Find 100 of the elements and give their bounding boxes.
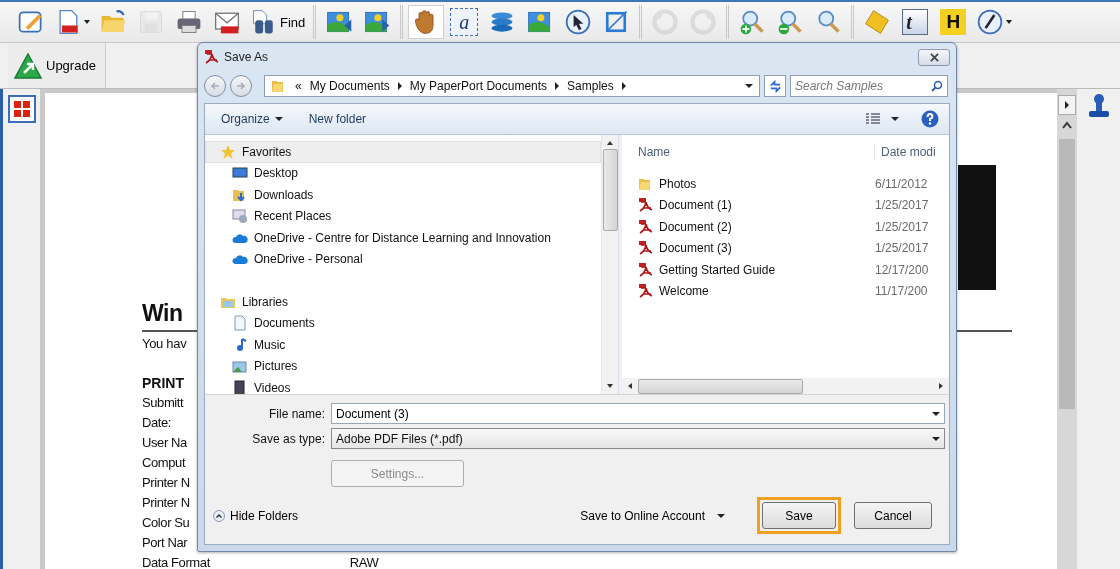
file-date: 1/25/2017	[875, 219, 929, 234]
document-field-label: Data Format	[142, 554, 210, 569]
upgrade-button[interactable]: Upgrade	[8, 43, 106, 88]
printer-icon	[175, 8, 203, 36]
dialog-button[interactable]: Cancel	[854, 502, 932, 529]
close-button[interactable]	[918, 48, 950, 66]
nav-item[interactable]: Pictures	[205, 355, 601, 377]
nav-item[interactable]: Videos	[205, 377, 601, 394]
dropdown-caret-icon[interactable]	[932, 411, 940, 416]
file-name-field[interactable]: Document (3)	[331, 403, 945, 424]
save-to-online-account-menu[interactable]: Save to Online Account	[580, 508, 725, 523]
scroll-up-icon[interactable]	[1062, 121, 1072, 129]
nav-item[interactable]: Documents	[205, 312, 601, 334]
caret-icon	[84, 20, 90, 24]
pictures-icon	[232, 358, 248, 375]
recent-places-icon	[232, 208, 248, 225]
nav-item[interactable]: Desktop	[205, 162, 601, 184]
file-name[interactable]: Document (3)	[622, 240, 875, 257]
document-heading: Win	[142, 300, 183, 327]
star-icon	[220, 143, 236, 160]
caret-icon	[1006, 20, 1013, 24]
document-icon	[232, 315, 248, 332]
file-date: 12/17/200	[875, 262, 929, 277]
document-field-label: Color Su	[142, 514, 190, 532]
pdf-icon	[638, 197, 654, 214]
horizontal-scrollbar[interactable]	[622, 378, 949, 394]
dropdown-caret-icon[interactable]	[745, 84, 753, 88]
breadcrumb-item[interactable]: Samples	[567, 79, 614, 93]
overflow-chevron[interactable]: «	[295, 79, 302, 93]
document-field-label: Port Nar	[142, 534, 188, 552]
pdf-icon	[638, 283, 654, 300]
nav-group-item[interactable]: Favorites	[205, 141, 601, 163]
breadcrumb-item[interactable]: My Documents	[309, 79, 390, 93]
document-field-label: Date:	[142, 414, 172, 432]
address-bar[interactable]: « My Documents My PaperPort Documents Samples	[264, 75, 760, 97]
expand-button[interactable]	[1058, 95, 1076, 115]
file-name[interactable]: Photos	[622, 175, 875, 192]
file-date: 6/11/2012	[875, 176, 928, 191]
arrow-triangle-icon	[14, 52, 42, 79]
organize-menu[interactable]: Organize	[221, 112, 283, 126]
file-date: 1/25/2017	[875, 241, 929, 256]
toolbar-button[interactable]: Find	[247, 5, 309, 39]
file-name[interactable]: Document (2)	[622, 218, 875, 235]
pdf-icon	[204, 49, 220, 65]
new-folder-button[interactable]: New folder	[308, 112, 367, 126]
help-icon[interactable]	[921, 110, 939, 128]
scrollbar-thumb[interactable]	[1059, 139, 1075, 409]
pdf-icon	[638, 240, 654, 257]
pdf-icon	[638, 218, 654, 235]
pdf-icon	[638, 261, 654, 278]
nav-item[interactable]: OneDrive - Centre for Distance Learning and Innovation	[205, 227, 601, 249]
document-field-label: Printer N	[142, 474, 190, 492]
dialog-title: Save As	[224, 50, 269, 64]
document-field-label: Submitt	[142, 394, 184, 412]
right-arrow-icon	[236, 81, 246, 91]
file-name[interactable]: Document (1)	[622, 197, 875, 214]
pointer-icon	[564, 8, 593, 36]
document-section-title: PRINT	[142, 375, 184, 391]
view-options-button[interactable]	[865, 112, 899, 126]
breadcrumb-item[interactable]: My PaperPort Documents	[409, 79, 548, 93]
zoom-out-icon	[776, 8, 805, 36]
nav-group-item[interactable]: Libraries	[205, 291, 601, 313]
chevron-icon[interactable]	[621, 82, 626, 90]
refresh-button[interactable]	[764, 75, 786, 97]
document-field-label: Printer N	[142, 494, 190, 512]
film-icon	[232, 379, 248, 394]
list-view-icon	[865, 112, 881, 126]
search-field[interactable]: Search Samples	[790, 75, 948, 97]
file-name[interactable]: Getting Started Guide	[622, 261, 875, 278]
file-date: 1/25/2017	[875, 198, 929, 213]
document-field-label: User Na	[142, 434, 187, 452]
document-field-value: RAW	[349, 554, 379, 569]
vertical-scrollbar[interactable]	[601, 135, 618, 394]
column-header[interactable]: Date modi	[875, 145, 936, 159]
tag-icon	[863, 8, 892, 36]
file-date: 11/17/200	[875, 284, 928, 299]
collapse-icon	[213, 509, 225, 522]
field-label: Save as type:	[251, 431, 325, 446]
file-type-dropdown[interactable]: Adobe PDF Files (*.pdf)	[331, 428, 945, 449]
nav-item[interactable]: OneDrive - Personal	[205, 248, 601, 270]
document-text: You hav	[142, 336, 187, 351]
field-label: File name:	[267, 406, 325, 421]
close-icon	[929, 52, 939, 62]
search-icon	[931, 80, 943, 92]
nav-item[interactable]: Downloads	[205, 184, 601, 206]
pen-icon	[976, 8, 1005, 36]
file-name[interactable]: Welcome	[622, 283, 875, 300]
chevron-icon[interactable]	[397, 82, 402, 90]
nav-item[interactable]: Music	[205, 334, 601, 356]
column-header[interactable]: Name	[622, 145, 875, 159]
undo-icon	[651, 8, 680, 36]
chevron-icon[interactable]	[555, 82, 560, 90]
nav-item[interactable]: Recent Places	[205, 205, 601, 227]
zoom-in-icon	[738, 8, 767, 36]
document-field-label: Comput	[142, 454, 186, 472]
redo-icon	[689, 8, 718, 36]
refresh-icon	[768, 79, 782, 93]
hide-folders-button[interactable]: Hide Folders	[213, 508, 299, 523]
grid-icon[interactable]	[7, 95, 36, 123]
dialog-button[interactable]: Save	[762, 502, 836, 529]
